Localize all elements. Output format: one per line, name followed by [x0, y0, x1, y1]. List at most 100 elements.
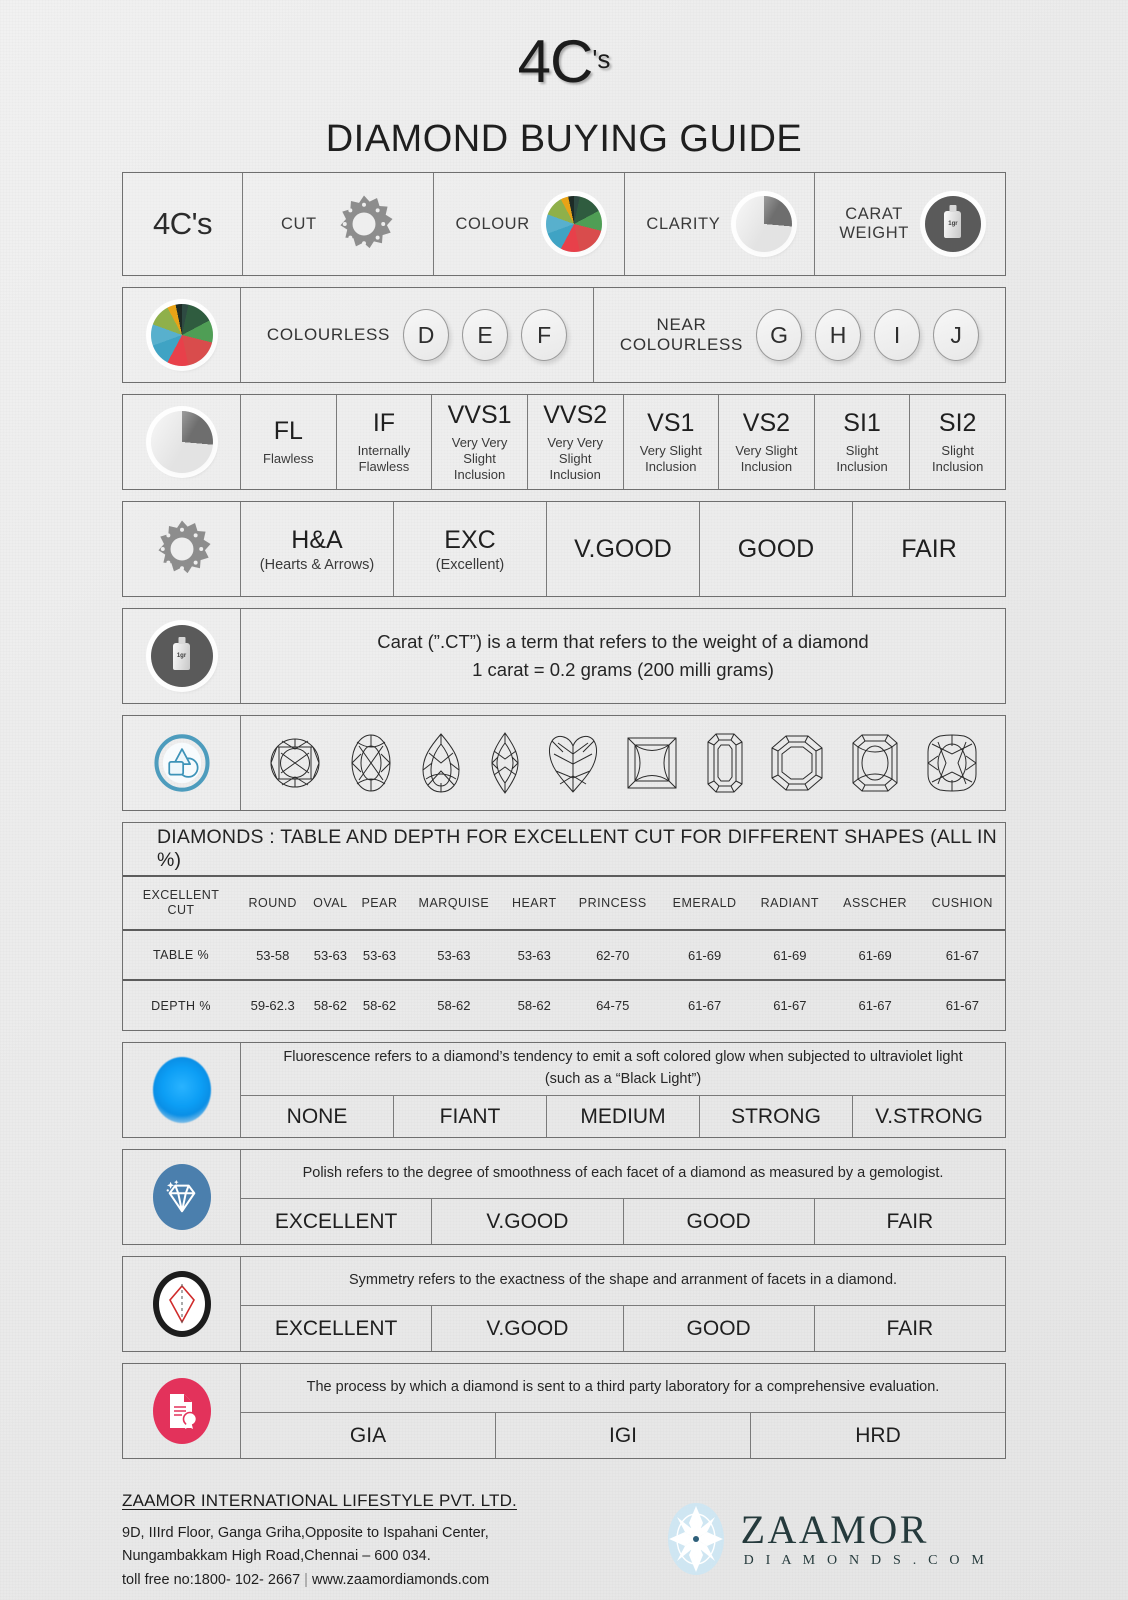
shape-asscher[interactable]: [770, 734, 824, 792]
page-title-main: 4C: [517, 28, 594, 95]
fluorescence-content: Fluorescence refers to a diamond’s tende…: [241, 1043, 1005, 1137]
carat-definition-text: Carat (”.CT”) is a term that refers to t…: [241, 609, 1005, 703]
clarity-item-if[interactable]: IF Internally Flawless: [337, 395, 433, 489]
colour-group-near-colourless: NEAR COLOURLESS G H I J: [594, 288, 1005, 382]
table-cell: 64-75: [565, 979, 661, 1030]
clarity-item-vvs2[interactable]: VVS2 Very Very Slight Inclusion: [528, 395, 624, 489]
cut-item-good[interactable]: GOOD: [700, 502, 853, 596]
clarity-item-si1[interactable]: SI1 Slight Inclusion: [815, 395, 911, 489]
grade-h[interactable]: H: [815, 309, 862, 361]
grade-e[interactable]: E: [462, 309, 509, 361]
shape-radiant[interactable]: [851, 733, 899, 793]
table-depth-table: EXCELLENT CUT ROUND OVAL PEAR MARQUISE H…: [123, 875, 1005, 1030]
symmetry-grade-excellent[interactable]: EXCELLENT: [241, 1306, 433, 1351]
shape-pear[interactable]: [419, 731, 463, 795]
zaamor-name: ZAAMOR: [740, 1507, 929, 1552]
certification-lab-hrd[interactable]: HRD: [751, 1413, 1005, 1458]
fluorescence-grade-none[interactable]: NONE: [241, 1096, 394, 1137]
polish-grade-fair[interactable]: FAIR: [815, 1199, 1005, 1244]
carat-weight-label: CARAT WEIGHT: [839, 205, 909, 243]
clarity-item-vs2[interactable]: VS2 Very Slight Inclusion: [719, 395, 815, 489]
zaamor-diamond-mark-icon: [665, 1501, 727, 1577]
certification-block: The process by which a diamond is sent t…: [122, 1363, 1006, 1459]
clarity-desc: Very Slight Inclusion: [735, 443, 798, 474]
clarity-code: SI1: [843, 409, 881, 438]
fluorescence-description: Fluorescence refers to a diamond’s tende…: [283, 1049, 963, 1087]
symmetry-grade-good[interactable]: GOOD: [624, 1306, 815, 1351]
clarity-item-vs1[interactable]: VS1 Very Slight Inclusion: [624, 395, 720, 489]
polish-icon-cell: [123, 1150, 241, 1244]
cut-grade-label: GOOD: [737, 534, 815, 563]
clarity-desc: Very Slight Inclusion: [639, 443, 702, 474]
polish-description: Polish refers to the degree of smoothnes…: [302, 1165, 944, 1182]
cut-grade-label: FAIR: [901, 534, 957, 563]
fluorescence-grade-vstrong[interactable]: V.STRONG: [853, 1096, 1005, 1137]
toll-free-number: toll free no:1800- 102- 2667: [122, 1571, 301, 1588]
col-header-cushion: CUSHION: [919, 875, 1005, 930]
clarity-code: VS2: [742, 409, 791, 438]
table-cell: 58-62: [404, 979, 504, 1030]
col-header-heart: HEART: [503, 875, 566, 930]
fluorescence-grade-medium[interactable]: MEDIUM: [547, 1096, 700, 1137]
col-header-oval: OVAL: [306, 875, 355, 930]
cut-grade-sub: (Hearts & Arrows): [259, 556, 375, 573]
four-cs-item-carat[interactable]: CARAT WEIGHT 1gr: [815, 173, 1005, 275]
shape-heart[interactable]: [547, 732, 599, 794]
shape-cushion[interactable]: [926, 734, 978, 792]
bottle-glyph: 1gr: [944, 210, 962, 238]
clarity-item-si2[interactable]: SI2 Slight Inclusion: [910, 395, 1005, 489]
page-title-suffix: 's: [592, 44, 611, 74]
contact-line: toll free no:1800- 102- 2667 | www.zaamord…: [122, 1569, 665, 1592]
cut-item-ha[interactable]: H&A (Hearts & Arrows): [241, 502, 394, 596]
four-cs-item-cut[interactable]: CUT: [243, 173, 434, 275]
clarity-item-vvs1[interactable]: VVS1 Very Very Slight Inclusion: [432, 395, 528, 489]
bottle-glyph: 1gr: [173, 642, 190, 670]
grade-j[interactable]: J: [933, 309, 980, 361]
col-header-emerald: EMERALD: [660, 875, 750, 930]
cut-item-fair[interactable]: FAIR: [853, 502, 1005, 596]
fluorescence-grade-strong[interactable]: STRONG: [700, 1096, 853, 1137]
shape-princess[interactable]: [625, 734, 679, 792]
shape-emerald[interactable]: [706, 732, 744, 794]
col-header-pear: PEAR: [354, 875, 405, 930]
clarity-desc: Internally Flawless: [357, 443, 411, 474]
certification-lab-igi[interactable]: IGI: [496, 1413, 751, 1458]
grade-i[interactable]: I: [874, 309, 921, 361]
cut-item-exc[interactable]: EXC (Excellent): [394, 502, 547, 596]
shapes-row-icon-cell: [123, 716, 241, 810]
four-cs-row: 4C's CUT COLOUR CLARITY CARAT WEIGHT 1gr: [122, 172, 1006, 276]
clarity-code: VVS2: [543, 401, 608, 430]
certification-lab-gia[interactable]: GIA: [241, 1413, 496, 1458]
cut-item-vgood[interactable]: V.GOOD: [547, 502, 700, 596]
symmetry-grade-fair[interactable]: FAIR: [815, 1306, 1005, 1351]
near-colourless-label: NEAR COLOURLESS: [620, 315, 743, 354]
page-title: 4C's: [122, 0, 1006, 92]
polish-grade-excellent[interactable]: EXCELLENT: [241, 1199, 433, 1244]
clarity-desc: Very Very Slight Inclusion: [451, 435, 508, 482]
grade-g[interactable]: G: [756, 309, 803, 361]
website-url[interactable]: www.zaamordiamonds.com: [312, 1572, 489, 1588]
row-header-table-pct: TABLE %: [123, 929, 239, 980]
polish-grade-vgood[interactable]: V.GOOD: [432, 1199, 624, 1244]
row-header-depth-pct: DEPTH %: [123, 979, 239, 1030]
fluorescence-block: Fluorescence refers to a diamond’s tende…: [122, 1042, 1006, 1138]
cut-grade-sub: (Excellent): [435, 556, 505, 573]
clarity-item-fl[interactable]: FL Flawless: [241, 395, 337, 489]
four-cs-item-clarity[interactable]: CLARITY: [625, 173, 816, 275]
grade-f[interactable]: F: [521, 309, 568, 361]
contact-separator: |: [304, 1571, 308, 1588]
table-cell: 53-63: [404, 929, 504, 980]
symmetry-icon: [152, 1271, 211, 1337]
carat-definition-row: 1gr Carat (”.CT”) is a term that refers …: [122, 608, 1006, 704]
shape-marquise[interactable]: [490, 731, 520, 795]
polish-diamond-icon: [152, 1164, 211, 1230]
polish-grade-good[interactable]: GOOD: [624, 1199, 815, 1244]
shape-round[interactable]: [268, 732, 322, 794]
certification-icon-cell: [123, 1364, 241, 1458]
symmetry-grade-vgood[interactable]: V.GOOD: [432, 1306, 624, 1351]
fluorescence-grade-fiant[interactable]: FIANT: [394, 1096, 547, 1137]
grade-d[interactable]: D: [403, 309, 450, 361]
four-cs-item-colour[interactable]: COLOUR: [434, 173, 625, 275]
shape-oval[interactable]: [349, 732, 393, 794]
zaamor-logo[interactable]: ZAAMOR D I A M O N D S . C O M: [665, 1491, 1006, 1577]
